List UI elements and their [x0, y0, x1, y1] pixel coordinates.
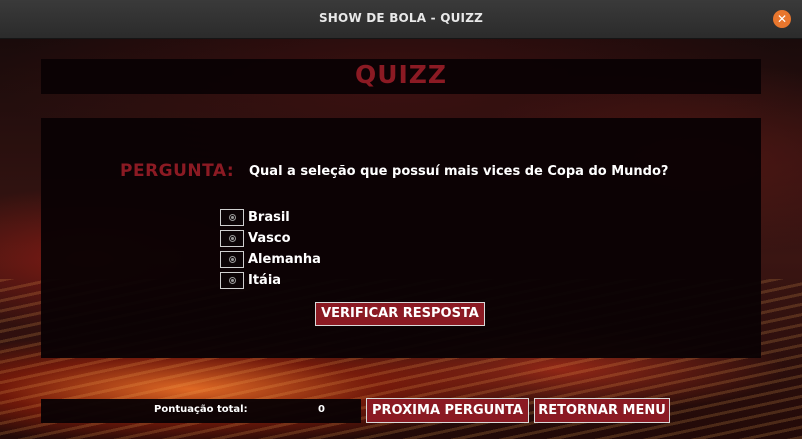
- close-icon: ✕: [776, 12, 788, 26]
- score-panel: Pontuação total: 0: [41, 399, 361, 423]
- return-menu-button[interactable]: RETORNAR MENU: [534, 398, 670, 423]
- radio-icon[interactable]: [220, 251, 244, 268]
- radio-icon[interactable]: [220, 230, 244, 247]
- radio-icon[interactable]: [220, 209, 244, 226]
- answer-option-alemanha[interactable]: Alemanha: [220, 250, 321, 269]
- question-text: Qual a seleção que possuí mais vices de …: [249, 164, 669, 179]
- answer-label: Brasil: [248, 210, 290, 225]
- page-title: QUIZZ: [354, 60, 448, 89]
- answer-option-brasil[interactable]: Brasil: [220, 208, 290, 227]
- question-label: PERGUNTA:: [120, 161, 235, 181]
- radio-icon[interactable]: [220, 272, 244, 289]
- answer-label: Vasco: [248, 231, 291, 246]
- next-question-button[interactable]: PROXIMA PERGUNTA: [366, 398, 529, 423]
- window-titlebar: SHOW DE BOLA - QUIZZ ✕: [0, 0, 802, 39]
- stadium-background: QUIZZ PERGUNTA: Qual a seleção que possu…: [0, 39, 802, 439]
- question-panel: PERGUNTA: Qual a seleção que possuí mais…: [41, 118, 761, 358]
- answer-label: Alemanha: [248, 252, 321, 267]
- score-label: Pontuação total:: [154, 404, 248, 415]
- answer-label: Itáia: [248, 273, 282, 288]
- answer-option-italia[interactable]: Itáia: [220, 271, 281, 290]
- answer-option-vasco[interactable]: Vasco: [220, 229, 291, 248]
- header-panel: QUIZZ: [41, 59, 761, 94]
- score-value: 0: [318, 404, 325, 415]
- window-title: SHOW DE BOLA - QUIZZ: [318, 11, 484, 25]
- verify-answer-button[interactable]: VERIFICAR RESPOSTA: [315, 302, 485, 326]
- close-button[interactable]: ✕: [773, 10, 791, 28]
